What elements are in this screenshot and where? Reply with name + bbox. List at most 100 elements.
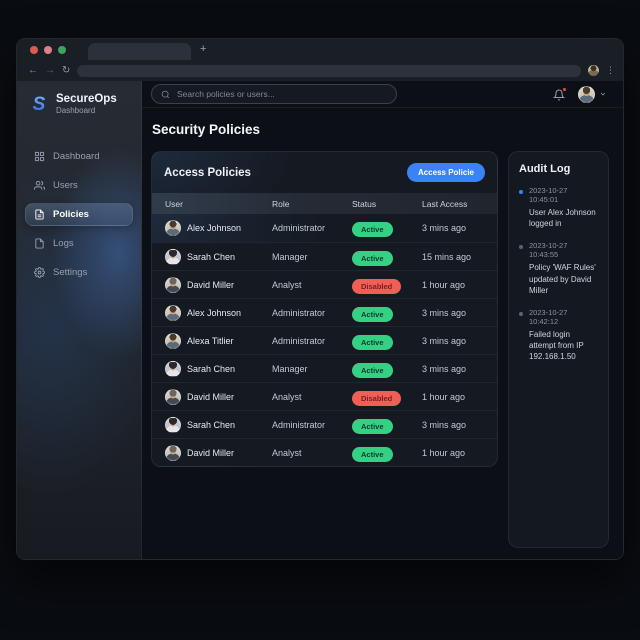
user-name: Sarah Chen <box>187 363 236 374</box>
new-tab-button[interactable]: + <box>200 44 206 55</box>
table-row[interactable]: Alex Johnson Administrator Active 3 mins… <box>152 214 497 242</box>
sidebar-item-settings[interactable]: Settings <box>25 261 133 284</box>
brand: S SecureOps Dashboard <box>17 81 141 129</box>
users-icon <box>34 181 45 190</box>
reload-icon[interactable]: ↻ <box>62 65 70 76</box>
table-row[interactable]: Sarah Chen Manager Active 3 mins ago <box>152 354 497 382</box>
table-row[interactable]: Alexa Titlier Administrator Active 3 min… <box>152 326 497 354</box>
sidebar-item-policies[interactable]: Policies <box>25 203 133 227</box>
policy-table-body: Alex Johnson Administrator Active 3 mins… <box>152 214 497 466</box>
file-icon <box>35 238 44 249</box>
notification-dot <box>562 86 567 92</box>
user-avatar <box>165 248 181 265</box>
browser-tab[interactable] <box>88 43 191 60</box>
document-icon <box>35 209 44 220</box>
audit-log-entry: 2023-10-27 10:42:12 Failed login attempt… <box>519 308 598 363</box>
audit-text: Failed login attempt from IP 192.168.1.5… <box>529 329 584 362</box>
table-row[interactable]: Sarah Chen Manager Active 15 mins ago <box>152 242 497 270</box>
zoom-button[interactable] <box>58 45 66 54</box>
grid-icon <box>34 152 45 162</box>
user-avatar <box>165 304 181 321</box>
status-badge: Active <box>352 222 393 237</box>
audit-log-entry: 2023-10-27 10:45:01 User Alex Johnson lo… <box>519 186 598 229</box>
browser-menu-icon[interactable]: ⋮ <box>606 66 615 75</box>
last-access: 1 hour ago <box>422 447 466 458</box>
status-badge: Active <box>352 334 393 350</box>
url-bar[interactable] <box>77 64 581 77</box>
user-avatar <box>165 388 181 405</box>
user-role: Analyst <box>272 447 302 458</box>
user-name: Alex Johnson <box>187 223 242 233</box>
back-icon[interactable]: ← <box>28 65 38 76</box>
sidebar-item-label: Policies <box>53 209 89 221</box>
sidebar-item-dashboard[interactable]: Dashboard <box>25 145 133 168</box>
content: Security Policies Access Policies Access… <box>142 108 623 559</box>
last-access: 3 mins ago <box>422 223 467 233</box>
user-name: Alexa Titlier <box>187 335 234 346</box>
brand-name: SecureOps <box>56 93 117 105</box>
user-name: Alex Johnson <box>187 307 242 318</box>
table-row[interactable]: Alex Johnson Administrator Active 3 mins… <box>152 298 497 326</box>
user-role: Analyst <box>272 391 302 402</box>
notifications-button[interactable] <box>552 86 567 101</box>
browser-addressbar: ← → ↻ ⋮ <box>17 60 623 81</box>
table-row[interactable]: David Miller Analyst Disabled 1 hour ago <box>152 382 497 410</box>
user-avatar <box>165 416 181 433</box>
sidebar-item-label: Settings <box>53 267 88 279</box>
last-access: 3 mins ago <box>422 335 467 346</box>
table-row[interactable]: David Miller Analyst Active 1 hour ago <box>152 438 497 466</box>
user-name: Sarah Chen <box>187 251 236 262</box>
user-name: David Miller <box>187 279 235 290</box>
user-avatar <box>165 220 181 236</box>
access-policie-button[interactable]: Access Policie <box>406 163 485 182</box>
close-button[interactable] <box>30 45 38 54</box>
user-role: Administrator <box>272 307 326 318</box>
brand-subtitle: Dashboard <box>56 106 96 116</box>
app-root: S SecureOps Dashboard Dashboard Users Po… <box>17 81 623 559</box>
status-badge: Active <box>352 250 393 266</box>
status-badge: Active <box>352 418 393 434</box>
sidebar-item-label: Users <box>53 180 78 192</box>
table-row[interactable]: David Miller Analyst Disabled 1 hour ago <box>152 270 497 298</box>
browser-profile-icon[interactable] <box>588 65 599 76</box>
audit-text: Policy 'WAF Rules' updated by David Mill… <box>529 263 596 295</box>
card-title: Access Policies <box>164 166 251 179</box>
user-avatar <box>165 444 181 461</box>
table-row[interactable]: Sarah Chen Administrator Active 3 mins a… <box>152 410 497 438</box>
audit-timestamp: 2023-10-27 10:42:12 <box>529 307 568 326</box>
browser-window: + ← → ↻ ⋮ S SecureOps Dashboard Dashboar… <box>16 38 624 560</box>
user-role: Analyst <box>272 279 302 290</box>
sidebar-item-logs[interactable]: Logs <box>25 232 133 255</box>
user-name: David Miller <box>187 447 235 458</box>
search-icon <box>161 90 170 98</box>
search-bar[interactable] <box>151 84 397 104</box>
audit-log-entry: 2023-10-27 10:43:55 Policy 'WAF Rules' u… <box>519 241 598 296</box>
user-role: Administrator <box>272 335 326 346</box>
status-badge: Active <box>352 446 393 462</box>
audit-bullet-icon <box>519 245 523 250</box>
sidebar-item-users[interactable]: Users <box>25 174 133 197</box>
audit-log-title: Audit Log <box>519 163 571 175</box>
page-title: Security Policies <box>152 122 261 137</box>
last-access: 1 hour ago <box>422 391 466 402</box>
user-name: Sarah Chen <box>187 419 236 430</box>
sidebar: S SecureOps Dashboard Dashboard Users Po… <box>17 81 142 559</box>
column-header-user: User <box>165 198 183 209</box>
user-role: Administrator <box>272 419 326 430</box>
column-header-last-access: Last Access <box>422 198 468 209</box>
minimize-button[interactable] <box>44 45 52 54</box>
last-access: 3 mins ago <box>422 363 467 374</box>
forward-icon[interactable]: → <box>45 65 55 76</box>
column-header-role: Role <box>272 198 290 209</box>
main-area: Security Policies Access Policies Access… <box>142 81 623 559</box>
user-menu[interactable] <box>578 85 607 103</box>
user-role: Administrator <box>272 223 326 233</box>
search-input[interactable] <box>177 89 387 99</box>
sidebar-item-label: Logs <box>53 238 74 250</box>
sidebar-item-label: Dashboard <box>53 151 100 163</box>
gear-icon <box>34 267 45 279</box>
user-role: Manager <box>272 363 308 374</box>
secureops-logo-icon: S <box>33 94 46 114</box>
last-access: 1 hour ago <box>422 279 466 290</box>
last-access: 3 mins ago <box>422 307 467 318</box>
